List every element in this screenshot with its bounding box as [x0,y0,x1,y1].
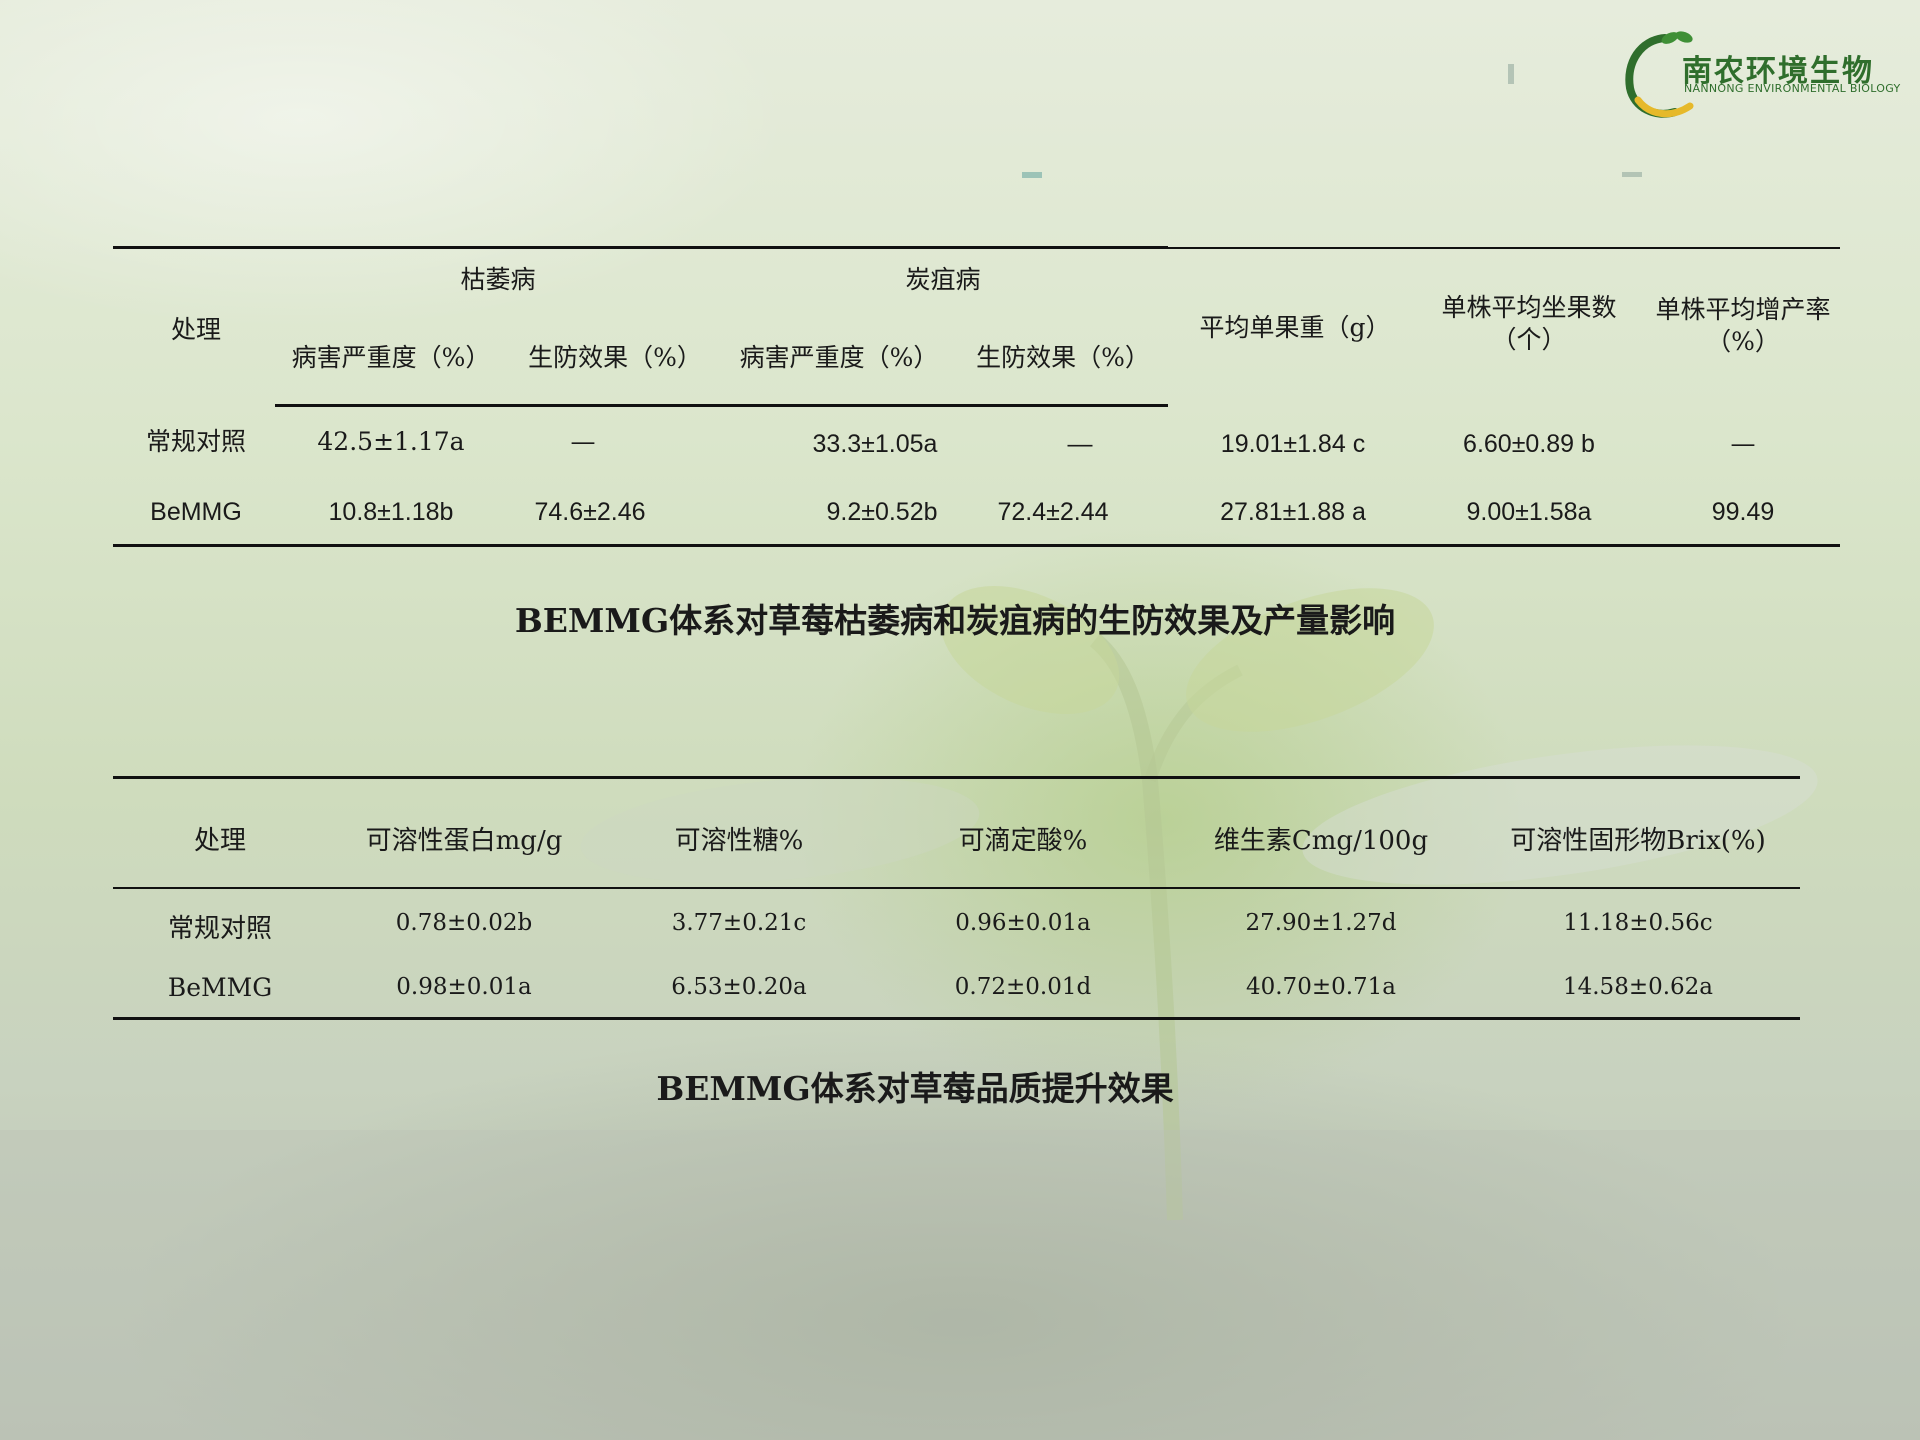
top-rule [113,246,1168,249]
row1-anth-severity: 33.3±1.05a [812,430,938,458]
decorative-bar [1508,64,1514,84]
header-soluble-protein: 可溶性蛋白mg/g [365,826,563,856]
header-treatment: 处理 [170,315,222,344]
company-logo: 南农环境生物 NANNONG ENVIRONMENTAL BIOLOGY [1620,20,1900,120]
row1-brix: 11.18±0.56c [1563,910,1713,936]
header-vitamin-c: 维生素Cmg/100g [1213,826,1429,856]
row1-fruit-weight: 19.01±1.84 c [1220,430,1366,458]
header-yield-increase: 单株平均增产率（%） [1655,295,1831,356]
row2-titratable-acid: 0.72±0.01d [954,974,1092,1000]
row1-yield-increase: — [1730,429,1756,458]
row2-anth-efficacy: 72.4±2.44 [997,498,1109,526]
row1-treatment: 常规对照 [167,914,273,944]
row1-fus-severity: 42.5±1.17a [317,427,465,456]
header-fruit-count: 单株平均坐果数（个） [1441,293,1617,354]
table1-caption: BEMMG体系对草莓枯萎病和炭疽病的生防效果及产量影响 [514,601,1396,640]
row1-vitamin-c: 27.90±1.27d [1245,910,1397,936]
row1-fruit-count: 6.60±0.89 b [1463,430,1595,458]
row2-treatment: BeMMG [167,973,273,1002]
header-anthracnose: 炭疽病 [905,265,981,294]
disease-yield-table: 处理 枯萎病 炭疽病 病害严重度（%） 生防效果（%） 病害严重度（%） 生防效… [113,246,1840,547]
header-anth-efficacy: 生防效果（%） [976,343,1150,372]
header-titratable-acid: 可滴定酸% [958,826,1088,856]
row2-anth-severity: 9.2±0.52b [826,498,938,526]
table2-caption: BEMMG体系对草莓品质提升效果 [656,1069,1174,1108]
row1-treatment: 常规对照 [145,427,247,456]
sprout-illustration [0,585,1920,1440]
row1-anth-efficacy: — [1067,430,1093,458]
row2-brix: 14.58±0.62a [1562,974,1714,1000]
header-fus-efficacy: 生防效果（%） [528,343,702,372]
header-fus-severity: 病害严重度（%） [291,343,491,372]
header-rule [113,887,1800,889]
row2-soluble-sugar: 6.53±0.20a [671,974,807,1000]
row1-fus-efficacy: — [570,427,596,456]
row2-yield-increase: 99.49 [1711,498,1775,526]
decorative-bar [1022,172,1042,178]
bottom-rule [113,1017,1800,1020]
header-anth-severity: 病害严重度（%） [739,343,939,372]
header-fruit-weight: 平均单果重（g） [1199,313,1391,342]
header-fusarium: 枯萎病 [460,265,536,294]
decorative-bar [1622,172,1642,177]
bottom-rule [113,544,1840,547]
header-rule [275,404,1168,407]
quality-table: 处理 可溶性蛋白mg/g 可溶性糖% 可滴定酸% 维生素Cmg/100g 可溶性… [113,776,1800,1020]
row2-soluble-protein: 0.98±0.01a [396,974,532,1000]
header-soluble-sugar: 可溶性糖% [674,826,804,856]
row2-fus-efficacy: 74.6±2.46 [534,498,646,526]
row1-titratable-acid: 0.96±0.01a [955,910,1091,936]
top-rule [113,776,1800,779]
header-treatment: 处理 [193,826,247,856]
row1-soluble-sugar: 3.77±0.21c [671,910,807,936]
row2-fruit-count: 9.00±1.58a [1466,498,1592,526]
header-brix: 可溶性固形物Brix(%) [1510,826,1766,856]
row2-fruit-weight: 27.81±1.88 a [1220,498,1366,526]
row1-soluble-protein: 0.78±0.02b [395,910,533,936]
top-rule [1168,247,1840,249]
logo-name-en: NANNONG ENVIRONMENTAL BIOLOGY [1684,82,1901,95]
row2-vitamin-c: 40.70±0.71a [1245,974,1397,1000]
row2-fus-severity: 10.8±1.18b [328,498,454,526]
row2-treatment: BeMMG [150,498,242,526]
